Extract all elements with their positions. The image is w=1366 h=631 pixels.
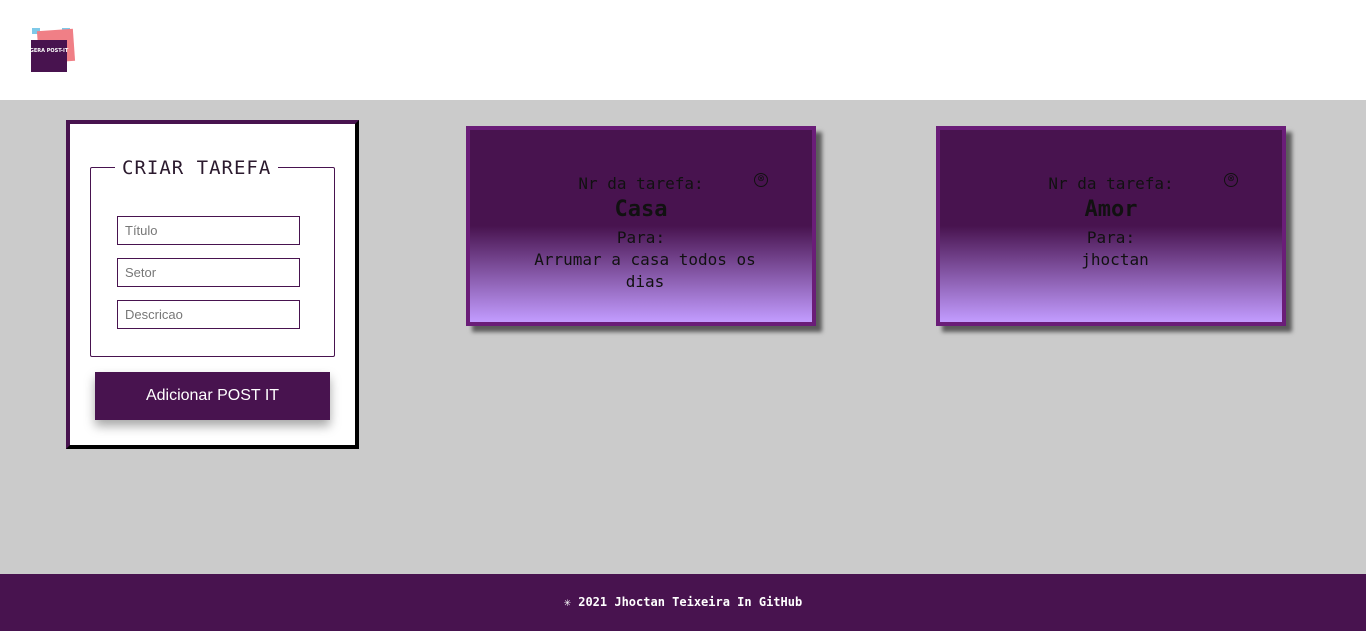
postit-title: Casa bbox=[614, 197, 668, 222]
form-legend: CRIAR TAREFA bbox=[115, 156, 279, 180]
description-input[interactable] bbox=[117, 300, 300, 329]
postit-title: Amor bbox=[1084, 197, 1138, 222]
para-label: Para: bbox=[616, 228, 666, 247]
task-number-label: Nr da tarefa: bbox=[1048, 174, 1174, 193]
postit-card: ⊗ Nr da tarefa: Amor Para: jhoctan bbox=[936, 126, 1286, 326]
logo-icon[interactable]: GERA POST-IT bbox=[28, 26, 76, 74]
para-label: Para: bbox=[1086, 228, 1136, 247]
footer-credit[interactable]: ✳ 2021 Jhoctan Teixeira In GitHub bbox=[564, 595, 802, 609]
postit-description: jhoctan bbox=[1081, 250, 1149, 269]
title-input[interactable] bbox=[117, 216, 300, 245]
footer: ✳ 2021 Jhoctan Teixeira In GitHub bbox=[0, 574, 1366, 631]
postit-description: Arrumar a casa todos os dias bbox=[534, 250, 756, 291]
logo-text: GERA POST-IT bbox=[30, 48, 69, 54]
sector-input[interactable] bbox=[117, 258, 300, 287]
header: GERA POST-IT bbox=[0, 0, 1366, 100]
postit-card: ⊗ Nr da tarefa: Casa Para: Arrumar a cas… bbox=[466, 126, 816, 326]
add-postit-button[interactable]: Adicionar POST IT bbox=[95, 372, 330, 420]
task-number-label: Nr da tarefa: bbox=[578, 174, 704, 193]
create-task-form: CRIAR TAREFA Adicionar POST IT bbox=[66, 120, 359, 449]
task-fieldset: CRIAR TAREFA bbox=[90, 156, 335, 357]
